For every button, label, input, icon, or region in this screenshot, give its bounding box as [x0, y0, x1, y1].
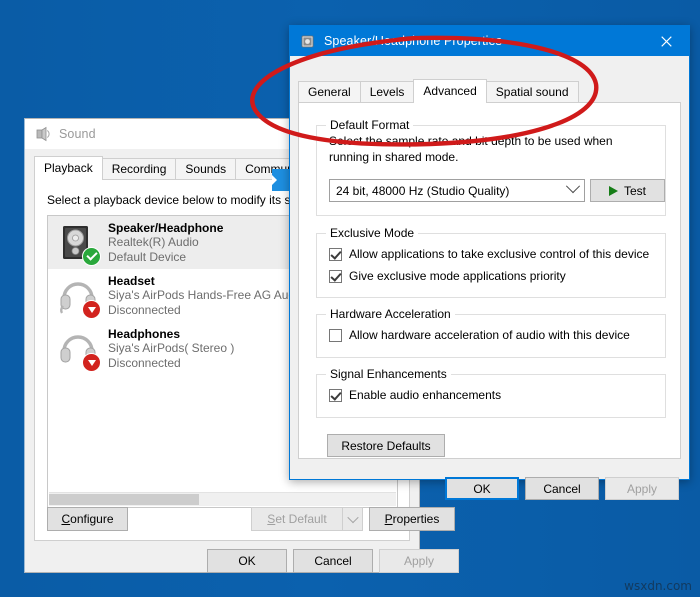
close-icon[interactable] — [644, 26, 689, 56]
sound-apply-label: Apply — [403, 554, 435, 568]
tab-recording-label: Recording — [111, 162, 167, 176]
tab-advanced[interactable]: Advanced — [413, 79, 487, 103]
play-icon — [608, 185, 618, 196]
device-name: Headset — [108, 274, 155, 289]
speaker-icon — [300, 33, 316, 49]
headphones-icon — [56, 327, 101, 372]
sound-window-title: Sound — [59, 127, 96, 141]
sound-cancel-label: Cancel — [314, 554, 352, 568]
props-tabpage: Default Format Select the sample rate an… — [298, 102, 681, 459]
red-down-arrow-badge — [82, 352, 101, 372]
test-button[interactable]: Test — [590, 179, 665, 202]
checkbox-hardware-acceleration-label: Allow hardware acceleration of audio wit… — [349, 328, 630, 342]
tab-spatial-sound[interactable]: Spatial sound — [485, 81, 579, 103]
signal-enhancements-title: Signal Enhancements — [326, 367, 451, 381]
props-cancel-label: Cancel — [543, 481, 581, 496]
set-default-dropdown-button[interactable] — [343, 507, 363, 531]
checkbox-audio-enhancements[interactable]: Enable audio enhancements — [329, 388, 501, 402]
configure-button[interactable]: Configure — [47, 507, 128, 531]
checkbox-exclusive-priority-label: Give exclusive mode applications priorit… — [349, 269, 566, 283]
sound-ok-label: OK — [238, 554, 256, 568]
chevron-down-icon — [565, 179, 581, 197]
headset-icon — [56, 274, 101, 319]
properties-button[interactable]: Properties — [369, 507, 455, 531]
device-name: Headphones — [108, 327, 181, 342]
tab-levels-label: Levels — [369, 85, 405, 99]
tab-sounds-label: Sounds — [185, 162, 227, 176]
props-cancel-button[interactable]: Cancel — [525, 477, 599, 500]
props-ok-label: OK — [473, 481, 491, 496]
green-check-badge — [82, 246, 101, 266]
checkbox-exclusive-priority[interactable]: Give exclusive mode applications priorit… — [329, 269, 566, 283]
checkbox-icon[interactable] — [329, 388, 342, 402]
checkbox-icon[interactable] — [329, 328, 342, 342]
tab-recording[interactable]: Recording — [101, 158, 177, 180]
default-format-title: Default Format — [326, 118, 414, 132]
exclusive-mode-title: Exclusive Mode — [326, 226, 419, 240]
horizontal-scrollbar[interactable] — [49, 492, 396, 506]
hardware-acceleration-title: Hardware Acceleration — [326, 307, 455, 321]
set-default-label: Set Default — [267, 512, 327, 526]
props-tabstrip[interactable]: General Levels Advanced Spatial sound — [298, 79, 681, 103]
device-text: Speaker/Headphone Realtek(R) Audio Defau… — [108, 221, 223, 263]
sound-apply-button[interactable]: Apply — [379, 549, 459, 573]
restore-defaults-label: Restore Defaults — [341, 438, 431, 453]
checkbox-exclusive-control-label: Allow applications to take exclusive con… — [349, 247, 650, 261]
device-status: Disconnected — [108, 355, 181, 370]
playback-hint: Select a playback device below to modify… — [47, 193, 330, 207]
tab-general-label: General — [308, 85, 351, 99]
exclusive-mode-group: Exclusive Mode — [316, 226, 666, 298]
tab-general[interactable]: General — [298, 81, 361, 103]
restore-defaults-button[interactable]: Restore Defaults — [327, 434, 445, 457]
props-apply-button[interactable]: Apply — [605, 477, 679, 500]
checkbox-exclusive-control[interactable]: Allow applications to take exclusive con… — [329, 247, 649, 261]
device-status: Default Device — [108, 249, 187, 264]
device-driver: Siya's AirPods( Stereo ) — [108, 341, 235, 356]
device-text: Headset Siya's AirPods Hands-Free AG Aud… — [108, 274, 298, 316]
chevron-down-icon — [346, 511, 359, 524]
sound-ok-button[interactable]: OK — [207, 549, 287, 573]
tab-spatial-sound-label: Spatial sound — [495, 85, 569, 99]
checkbox-audio-enhancements-label: Enable audio enhancements — [349, 388, 502, 402]
tab-playback-label: Playback — [44, 161, 93, 175]
checkbox-icon[interactable] — [329, 247, 342, 261]
corner-credit: wsxdn.com — [624, 579, 692, 593]
tab-playback[interactable]: Playback — [34, 156, 103, 180]
speaker-icon — [35, 126, 51, 142]
window-controls — [644, 26, 689, 56]
device-status: Disconnected — [108, 302, 181, 317]
set-default-button[interactable]: Set Default — [251, 507, 343, 531]
props-window-title: Speaker/Headphone Properties — [324, 34, 502, 48]
configure-label: Configure — [61, 512, 114, 526]
props-titlebar[interactable]: Speaker/Headphone Properties — [290, 26, 689, 56]
checkbox-hardware-acceleration[interactable]: Allow hardware acceleration of audio wit… — [329, 328, 630, 342]
format-dropdown[interactable]: 24 bit, 48000 Hz (Studio Quality) — [329, 179, 585, 202]
tab-levels[interactable]: Levels — [359, 81, 415, 103]
tab-sounds[interactable]: Sounds — [175, 158, 237, 180]
scrollbar-thumb[interactable] — [49, 494, 199, 505]
red-down-arrow-badge — [82, 299, 101, 319]
props-apply-label: Apply — [626, 481, 658, 496]
speaker-headphone-properties-window[interactable]: Speaker/Headphone Properties General Lev… — [289, 25, 690, 500]
sound-cancel-button[interactable]: Cancel — [293, 549, 373, 573]
default-format-description: Select the sample rate and bit depth to … — [329, 134, 613, 164]
speaker-box-icon — [56, 221, 101, 266]
format-dropdown-value: 24 bit, 48000 Hz (Studio Quality) — [336, 183, 510, 198]
device-driver: Siya's AirPods Hands-Free AG Audi — [108, 288, 298, 303]
device-driver: Realtek(R) Audio — [108, 235, 199, 250]
properties-label: Properties — [384, 512, 440, 526]
props-ok-button[interactable]: OK — [445, 477, 519, 500]
tab-advanced-label: Advanced — [423, 84, 477, 98]
device-name: Speaker/Headphone — [108, 221, 224, 236]
test-button-label: Test — [623, 183, 646, 198]
device-text: Headphones Siya's AirPods( Stereo ) Disc… — [108, 327, 234, 369]
checkbox-icon[interactable] — [329, 269, 342, 283]
